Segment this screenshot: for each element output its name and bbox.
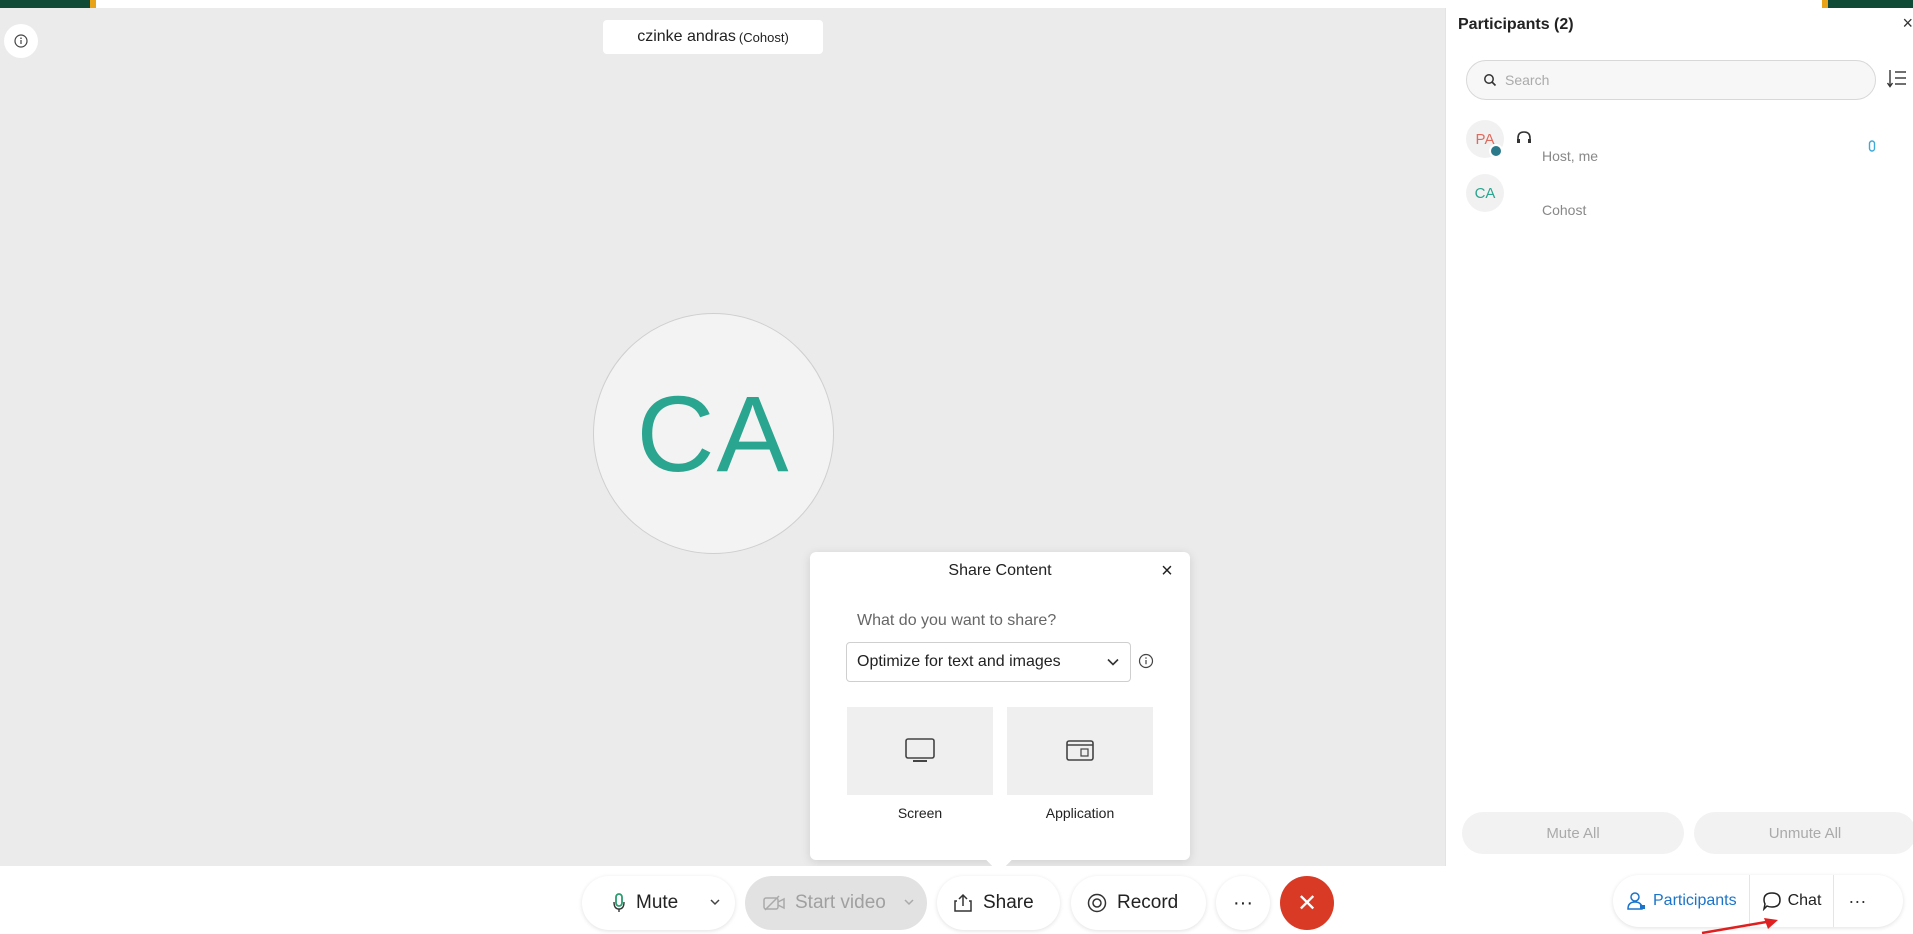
share-dialog-title: Share Content [948, 562, 1052, 579]
more-panels-button[interactable]: ··· [1834, 875, 1880, 927]
close-icon[interactable]: × [1902, 13, 1913, 34]
participant-row[interactable]: PA Host, me [1466, 120, 1906, 164]
speaker-avatar: CA [593, 313, 834, 554]
brand-strip-left [0, 0, 90, 8]
microphone-icon [612, 892, 626, 914]
sort-list-icon [1886, 70, 1906, 88]
share-question-label: What do you want to share? [857, 612, 1057, 629]
monitor-icon [905, 738, 935, 762]
unmute-all-button[interactable]: Unmute All [1694, 812, 1913, 854]
search-icon [1484, 74, 1497, 87]
active-speaker-name-tag: czinke andras (Cohost) [603, 20, 823, 54]
start-video-button[interactable]: Start video [745, 876, 927, 930]
more-options-button[interactable]: ··· [1216, 876, 1270, 930]
video-stage: czinke andras (Cohost) CA [0, 8, 1445, 866]
speaker-role: (Cohost) [738, 29, 789, 45]
headset-icon [1516, 130, 1532, 151]
search-input[interactable] [1505, 72, 1835, 88]
mute-all-button[interactable]: Mute All [1462, 812, 1684, 854]
optimize-dropdown[interactable]: Optimize for text and images [846, 642, 1131, 682]
record-label: Record [1117, 892, 1179, 913]
presence-status-icon [1489, 144, 1503, 158]
participants-icon [1627, 891, 1647, 911]
chevron-down-icon[interactable] [709, 895, 721, 911]
record-icon [1087, 893, 1107, 913]
info-icon [1138, 653, 1154, 669]
meeting-info-button[interactable] [4, 24, 38, 58]
chat-tab-label: Chat [1787, 892, 1822, 909]
optimize-selected-value: Optimize for text and images [857, 653, 1061, 670]
mute-label: Mute [636, 892, 679, 913]
brand-strip-right [1828, 0, 1913, 8]
application-tile-label: Application [1045, 805, 1115, 821]
info-icon [14, 34, 28, 48]
annotation-arrow-icon [1701, 918, 1778, 934]
participant-row[interactable]: CA Cohost [1466, 174, 1906, 218]
share-upload-icon [953, 893, 973, 913]
participant-search[interactable] [1466, 60, 1876, 100]
share-button[interactable]: Share [937, 876, 1060, 930]
optimize-info-button[interactable] [1138, 653, 1154, 674]
participants-tab-label: Participants [1653, 892, 1737, 909]
share-application-tile[interactable] [1007, 707, 1153, 795]
close-icon[interactable]: × [1156, 560, 1178, 582]
share-screen-tile[interactable] [847, 707, 993, 795]
participant-avatar: CA [1466, 174, 1504, 212]
share-content-dialog: Share Content × What do you want to shar… [810, 552, 1190, 860]
record-button[interactable]: Record [1071, 876, 1206, 930]
chevron-down-icon[interactable] [903, 895, 915, 911]
end-meeting-button[interactable]: ✕ [1280, 876, 1334, 930]
sort-list-button[interactable] [1886, 68, 1908, 95]
chevron-down-icon [1107, 658, 1119, 666]
participant-role: Host, me [1542, 148, 1599, 164]
screen-tile-label: Screen [897, 805, 943, 821]
speaker-name: czinke andras [637, 28, 736, 45]
chat-bubble-icon [1762, 891, 1782, 911]
microphone-icon[interactable] [1868, 140, 1876, 159]
video-off-icon [763, 894, 785, 912]
participant-role: Cohost [1542, 202, 1587, 218]
participants-panel: Participants (2) × PA Host, me CA Cohost… [1445, 8, 1913, 866]
share-label: Share [983, 892, 1034, 913]
participants-panel-title: Participants (2) [1458, 16, 1574, 33]
start-video-label: Start video [795, 892, 886, 913]
application-window-icon [1066, 740, 1094, 761]
brand-strip-left-accent [90, 0, 96, 8]
brand-strip-right-accent [1822, 0, 1828, 8]
mute-button[interactable]: Mute [582, 876, 735, 930]
